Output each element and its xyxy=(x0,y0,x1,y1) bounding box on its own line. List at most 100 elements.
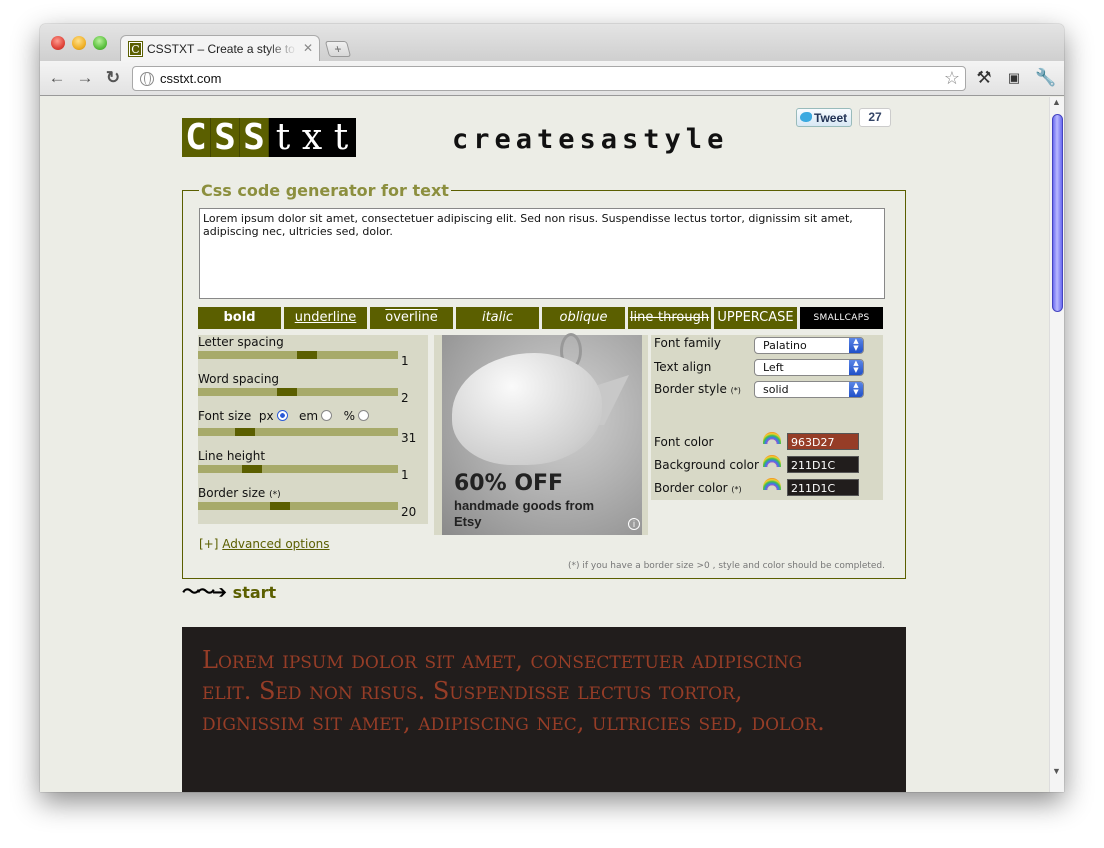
letter-spacing-value: 1 xyxy=(401,354,409,368)
line-through-button[interactable]: line-through xyxy=(628,307,711,329)
advanced-toggle-prefix[interactable]: [+] xyxy=(199,537,218,551)
start-link[interactable]: 〜〜➔ start xyxy=(182,578,276,604)
window-maximize-button[interactable] xyxy=(93,36,107,50)
line-height-slider[interactable] xyxy=(198,465,398,473)
browser-tab[interactable]: C CSSTXT – Create a style to your text ✕ xyxy=(120,35,320,61)
background-color-label: Background color xyxy=(654,458,759,472)
select-arrows-icon: ▲ ▼ xyxy=(849,360,863,375)
border-size-slider[interactable] xyxy=(198,502,398,510)
globe-icon xyxy=(140,72,154,86)
text-align-select[interactable]: Left ▲ ▼ xyxy=(754,359,864,376)
bold-button[interactable]: bold xyxy=(198,307,281,329)
border-color-label-text: Border color xyxy=(654,481,728,495)
ad-photo[interactable]: 60% OFF handmade goods from Etsy i xyxy=(442,333,642,535)
background-color-input[interactable]: 211D1C xyxy=(787,456,859,473)
border-style-label: Border style (*) xyxy=(654,382,741,396)
border-style-label-text: Border style xyxy=(654,382,727,396)
url-text: csstxt.com xyxy=(160,71,222,86)
unit-percent-radio[interactable] xyxy=(357,410,369,421)
ad-info-icon[interactable]: i xyxy=(628,518,640,530)
slider-handle[interactable] xyxy=(297,351,317,359)
smallcaps-button[interactable]: SMALLCAPS xyxy=(800,307,883,329)
line-height-label: Line height xyxy=(198,449,266,463)
font-family-select[interactable]: Palatino ▲ ▼ xyxy=(754,337,864,354)
border-style-value: solid xyxy=(763,383,789,396)
sliders-panel: Letter spacing 1 Word spacing 2 Font siz… xyxy=(198,335,428,524)
border-size-label-text: Border size xyxy=(198,486,266,500)
underline-button[interactable]: underline xyxy=(284,307,367,329)
font-family-value: Palatino xyxy=(763,339,807,352)
unit-em-radio[interactable] xyxy=(321,410,333,421)
letter-spacing-label: Letter spacing xyxy=(198,335,284,349)
letter-spacing-slider[interactable] xyxy=(198,351,398,359)
slider-handle[interactable] xyxy=(242,465,262,473)
border-color-input[interactable]: 211D1C xyxy=(787,479,859,496)
page-viewport: C S S t x t createsastyle Tweet 27 Css c… xyxy=(40,97,1064,792)
slider-handle[interactable] xyxy=(270,502,290,510)
reload-icon[interactable]: ↻ xyxy=(102,67,124,89)
tweet-count[interactable]: 27 xyxy=(859,108,891,127)
border-size-label: Border size (*) xyxy=(198,486,281,500)
forward-icon[interactable]: → xyxy=(74,67,96,89)
scroll-up-icon[interactable]: ▲ xyxy=(1052,97,1061,107)
font-family-label: Font family xyxy=(654,336,721,350)
border-color-label: Border color (*) xyxy=(654,481,742,495)
uppercase-button[interactable]: UPPERCASE xyxy=(714,307,797,329)
color-picker-icon[interactable] xyxy=(763,478,781,490)
overline-button[interactable]: overline xyxy=(370,307,453,329)
window-minimize-button[interactable] xyxy=(72,36,86,50)
scrollbar-thumb[interactable] xyxy=(1052,114,1063,312)
new-tab-button[interactable]: + xyxy=(324,41,352,57)
word-spacing-value: 2 xyxy=(401,391,409,405)
etsy-ad[interactable]: 60% OFF handmade goods from Etsy i xyxy=(434,333,648,535)
select-arrows-icon: ▲ ▼ xyxy=(849,382,863,397)
slider-handle[interactable] xyxy=(277,388,297,396)
logo-letter: x xyxy=(298,118,327,157)
address-bar[interactable]: csstxt.com ☆ xyxy=(132,66,966,91)
italic-button[interactable]: italic xyxy=(456,307,539,329)
tab-title: CSSTXT – Create a style to your text xyxy=(147,42,297,56)
border-style-select[interactable]: solid ▲ ▼ xyxy=(754,381,864,398)
logo-letter: C xyxy=(182,118,211,157)
browser-window: C CSSTXT – Create a style to your text ✕… xyxy=(40,24,1064,792)
font-color-input[interactable]: 963D27 xyxy=(787,433,859,450)
advanced-options: [+] Advanced options xyxy=(199,537,330,551)
required-note: (*) xyxy=(730,386,741,395)
unit-px-label: px xyxy=(258,409,274,423)
site-logo[interactable]: C S S t x t xyxy=(182,118,356,157)
extension-tag-icon[interactable]: ▣ xyxy=(1003,67,1025,89)
vertical-scrollbar[interactable]: ▲ ▼ xyxy=(1049,97,1064,792)
required-note: (*) xyxy=(269,490,281,500)
font-size-label-text: Font size xyxy=(198,409,252,423)
sample-text-input[interactable]: Lorem ipsum dolor sit amet, consectetuer… xyxy=(199,208,885,299)
bookmark-star-icon[interactable]: ☆ xyxy=(944,68,960,89)
scroll-down-icon[interactable]: ▼ xyxy=(1052,766,1061,776)
tweet-button[interactable]: Tweet xyxy=(796,108,852,127)
back-icon[interactable]: ← xyxy=(46,67,68,89)
generator-fieldset: Css code generator for text Lorem ipsum … xyxy=(182,181,906,579)
required-note: (*) xyxy=(731,485,742,494)
tweet-label: Tweet xyxy=(814,111,848,125)
slider-handle[interactable] xyxy=(235,428,255,436)
wrench-icon[interactable]: 🔧 xyxy=(1035,67,1057,89)
ad-headline: 60% OFF xyxy=(454,471,564,496)
font-size-slider[interactable] xyxy=(198,428,398,436)
tab-close-icon[interactable]: ✕ xyxy=(303,41,313,55)
tab-strip: C CSSTXT – Create a style to your text ✕… xyxy=(40,24,1064,61)
window-close-button[interactable] xyxy=(51,36,65,50)
color-picker-icon[interactable] xyxy=(763,455,781,467)
select-arrows-icon: ▲ ▼ xyxy=(849,338,863,353)
start-label: start xyxy=(232,583,277,602)
unit-px-radio[interactable] xyxy=(276,410,288,421)
font-color-label: Font color xyxy=(654,435,714,449)
unit-percent-label: % xyxy=(343,409,355,423)
generator-legend: Css code generator for text xyxy=(199,181,451,200)
word-spacing-slider[interactable] xyxy=(198,388,398,396)
extension-hammer-icon[interactable]: ⚒ xyxy=(973,67,995,89)
oblique-button[interactable]: oblique xyxy=(542,307,625,329)
font-size-label: Font size px em % xyxy=(198,409,369,423)
unit-em-label: em xyxy=(299,409,319,423)
logo-letter: S xyxy=(240,118,269,157)
color-picker-icon[interactable] xyxy=(763,432,781,444)
advanced-options-link[interactable]: Advanced options xyxy=(222,537,329,551)
